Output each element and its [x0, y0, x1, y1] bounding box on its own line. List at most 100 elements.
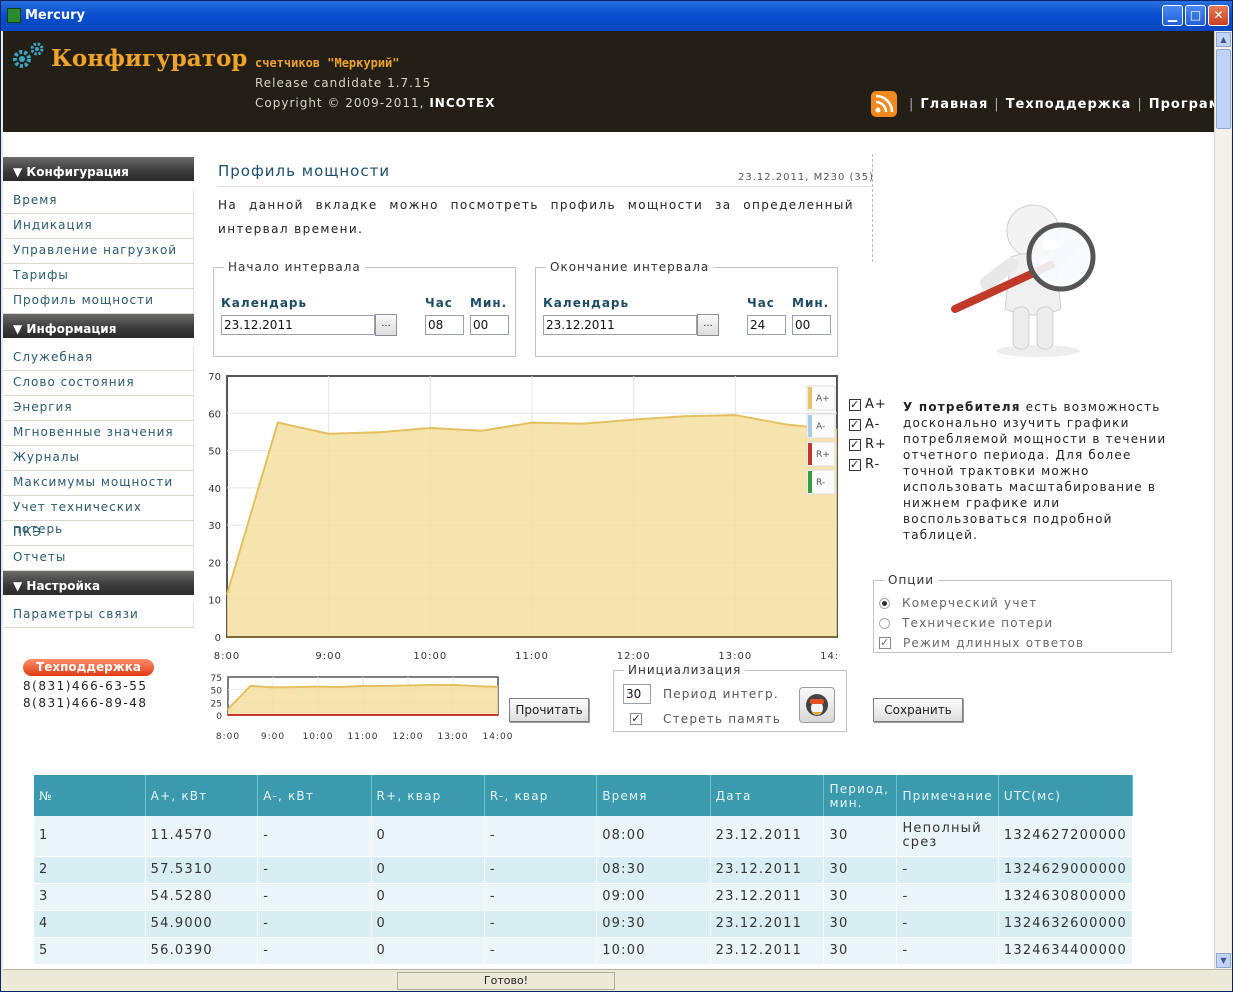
table-cell: 56.0390 — [145, 937, 259, 965]
table-cell: 0 — [371, 937, 485, 965]
nav-support-link[interactable]: Техподдержка — [1006, 97, 1132, 112]
overview-chart[interactable]: 0 25 50 75 8:00 9:00 10:00 11:00 12:00 13:00 14:00 — [198, 673, 518, 749]
col-utc: UTC(мс) — [998, 775, 1134, 816]
nav-program-link[interactable]: Программа — [1149, 97, 1214, 112]
nav-home-link[interactable]: Главная — [920, 97, 988, 112]
data-point-a-plus — [684, 415, 685, 417]
period-input[interactable]: 30 — [623, 684, 651, 704]
table-row[interactable]: 5 56.0390-0-10:00 23.12.2011 30-13246344000… — [34, 937, 1134, 965]
sidebar-item-load-control[interactable]: Управление нагрузкой — [3, 239, 194, 264]
data-point-a-plus — [582, 423, 584, 425]
option-technical-losses[interactable]: Технические потери — [879, 616, 1053, 630]
toggle-a-minus[interactable]: ✓ A- — [849, 417, 880, 432]
save-button[interactable]: Сохранить — [873, 698, 963, 722]
minimize-button[interactable]: ▁ — [1162, 5, 1183, 26]
table-row[interactable]: 3 54.5280-0-09:00 23.12.2011 30-13246308000… — [34, 883, 1134, 911]
scroll-thumb[interactable] — [1216, 49, 1231, 129]
sidebar-item-indication[interactable]: Индикация — [3, 214, 194, 239]
sidebar-item-journals[interactable]: Журналы — [3, 446, 194, 471]
sidebar-item-service[interactable]: Служебная — [3, 346, 194, 371]
x-tick-label: 14:00 — [820, 651, 840, 662]
toggle-r-plus[interactable]: ✓ R+ — [849, 437, 887, 452]
sidebar-item-tariffs[interactable]: Тарифы — [3, 264, 194, 289]
data-point-a-plus — [385, 685, 386, 687]
option-long-answers[interactable]: ✓ Режим длинных ответов — [879, 636, 1084, 650]
scroll-up-arrow-icon[interactable]: ▲ — [1216, 32, 1231, 47]
x-tick-label: 8:00 — [216, 732, 240, 742]
radio-icon[interactable] — [879, 597, 890, 609]
init-run-button[interactable] — [799, 687, 835, 723]
col-a-plus: A+, кВт — [145, 775, 259, 816]
sidebar-item-reports[interactable]: Отчеты — [3, 546, 194, 571]
x-tick-label: 9:00 — [315, 651, 341, 662]
x-tick-label: 13:00 — [718, 651, 752, 662]
table-cell: 10:00 — [596, 937, 711, 965]
start-hour-input[interactable]: 08 — [425, 315, 464, 335]
read-button[interactable]: Прочитать — [509, 698, 589, 722]
checkbox-icon[interactable]: ✓ — [630, 713, 642, 725]
sidebar-item-time[interactable]: Время — [3, 189, 194, 214]
end-min-input[interactable]: 00 — [792, 315, 831, 335]
table-cell: - — [257, 937, 372, 965]
rss-icon[interactable] — [871, 91, 897, 117]
table-cell: 08:30 — [596, 856, 711, 884]
sidebar-section-settings[interactable]: ▼ Настройка — [3, 571, 194, 595]
legend-swatch — [808, 471, 812, 493]
series-area-a-plus — [227, 415, 837, 637]
start-min-input[interactable]: 00 — [470, 315, 509, 335]
interval-end-legend: Окончание интервала — [550, 260, 710, 274]
x-tick-label: 11:00 — [348, 732, 379, 742]
data-point-a-plus — [362, 685, 364, 687]
scroll-down-arrow-icon[interactable]: ▼ — [1216, 953, 1231, 968]
sidebar-item-status-word[interactable]: Слово состояния — [3, 371, 194, 396]
sidebar-section-configuration[interactable]: ▼ Конфигурация — [3, 157, 194, 181]
sidebar: ▼ Конфигурация Время Индикация Управлени… — [3, 157, 194, 628]
toggle-a-plus[interactable]: ✓ A+ — [849, 397, 887, 412]
table-row[interactable]: 2 57.5310-0-08:30 23.12.2011 30-13246290000… — [34, 856, 1134, 884]
checkbox-icon[interactable]: ✓ — [879, 637, 891, 649]
start-calendar-button[interactable]: ... — [375, 314, 397, 336]
y-tick-label: 70 — [208, 372, 221, 383]
sidebar-item-technical-losses[interactable]: Учет технических потерь — [3, 496, 194, 536]
sidebar-item-power-profile[interactable]: Профиль мощности — [3, 289, 194, 314]
option-commercial[interactable]: Комерческий учет — [879, 596, 1037, 610]
data-point-a-plus — [836, 429, 838, 431]
power-profile-chart[interactable]: 0 10 20 30 40 50 60 70 8:00 9:00 10:00 11:00 12:00 13… — [200, 366, 840, 666]
start-date-input[interactable]: 23.12.2011 — [221, 315, 375, 335]
table-cell: 1324629000000 — [998, 856, 1134, 884]
checkbox-icon[interactable]: ✓ — [849, 418, 861, 431]
toggle-r-minus[interactable]: ✓ R- — [849, 457, 880, 472]
checkbox-icon[interactable]: ✓ — [849, 398, 861, 411]
table-cell: 57.5310 — [145, 856, 259, 884]
support-phone-1: 8(831)466-63-55 — [23, 679, 148, 693]
title-bar: Mercury ▁ □ ✕ — [1, 1, 1232, 31]
y-tick-label: 10 — [208, 596, 221, 607]
table-row[interactable]: 4 54.9000-0-09:30 23.12.2011 30-13246326000… — [34, 910, 1134, 938]
checkbox-icon[interactable]: ✓ — [849, 438, 861, 451]
radio-icon[interactable] — [879, 617, 890, 629]
table-row[interactable]: 1 11.4570-0-08:00 23.12.2011 30 Неполный сре… — [34, 816, 1134, 857]
maximize-button[interactable]: □ — [1185, 5, 1206, 26]
data-point-a-plus — [295, 686, 296, 688]
app-window: Mercury ▁ □ ✕ Конфигуратор счетчиков "Ме… — [0, 0, 1233, 992]
sidebar-section-information[interactable]: ▼ Информация — [3, 314, 194, 338]
sidebar-item-connection-params[interactable]: Параметры связи — [3, 603, 194, 628]
sidebar-item-instant-values[interactable]: Мгновенные значения — [3, 421, 194, 446]
data-point-a-plus — [226, 593, 228, 595]
legend-swatch — [808, 387, 812, 409]
period-label: Период интегр. — [663, 687, 779, 701]
table-cell: 1324634400000 — [998, 937, 1134, 965]
support-button[interactable]: Техподдержка — [23, 659, 154, 676]
checkbox-icon[interactable]: ✓ — [849, 458, 861, 471]
table-cell: 0 — [371, 883, 485, 911]
sidebar-item-pke[interactable]: ПКЭ — [3, 521, 194, 546]
table-cell: 30 — [823, 883, 898, 911]
end-calendar-button[interactable]: ... — [697, 314, 719, 336]
end-date-input[interactable]: 23.12.2011 — [543, 315, 697, 335]
close-button[interactable]: ✕ — [1208, 5, 1229, 26]
sidebar-item-power-maximums[interactable]: Максимумы мощности — [3, 471, 194, 496]
vertical-scrollbar[interactable]: ▲ ▼ — [1214, 31, 1231, 969]
x-tick-label: 11:00 — [515, 651, 549, 662]
end-hour-input[interactable]: 24 — [747, 315, 786, 335]
sidebar-item-energy[interactable]: Энергия — [3, 396, 194, 421]
